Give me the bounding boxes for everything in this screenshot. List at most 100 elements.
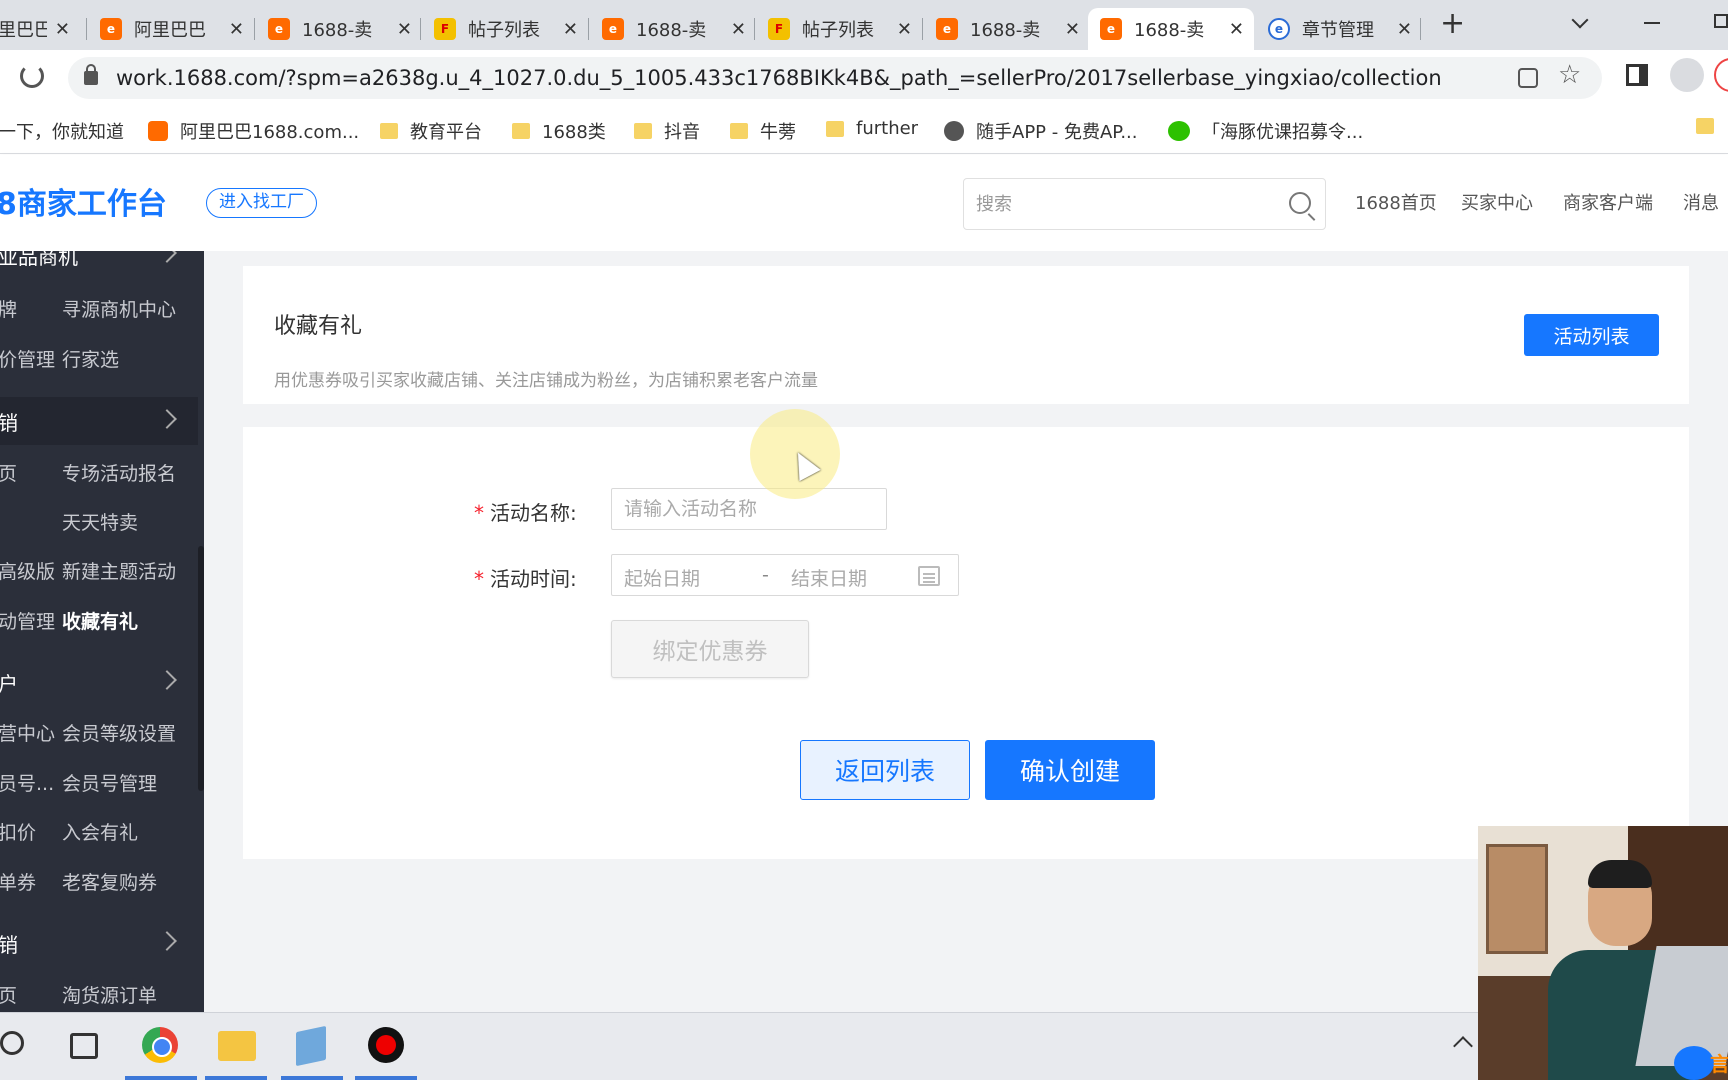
sidebar-item-left[interactable]: 页 xyxy=(0,459,17,486)
url-text[interactable]: work.1688.com/?spm=a2638g.u_4_1027.0.du_… xyxy=(116,66,1442,90)
browser-tab[interactable]: e 阿里巴巴 ✕ xyxy=(88,8,254,50)
sidebar-item-sourcing-orders[interactable]: 淘货源订单 xyxy=(62,981,157,1008)
activity-list-button[interactable]: 活动列表 xyxy=(1524,314,1659,356)
browser-tab-active[interactable]: e 1688-卖 ✕ xyxy=(1088,8,1254,50)
tab-close-icon[interactable]: ✕ xyxy=(229,19,244,40)
bookmark-item[interactable]: 教育平台 xyxy=(380,118,482,144)
tab-separator xyxy=(254,18,255,40)
browser-tab-strip: 里巴巴 ✕ e 阿里巴巴 ✕ e 1688-卖 ✕ F 帖子列表 ✕ e 168… xyxy=(0,0,1728,50)
browser-tab[interactable]: e 章节管理 ✕ xyxy=(1256,8,1422,50)
browser-tab[interactable]: e 1688-卖 ✕ xyxy=(924,8,1090,50)
tab-close-icon[interactable]: ✕ xyxy=(563,19,578,40)
restore-icon[interactable] xyxy=(1714,14,1728,28)
windows-taskbar xyxy=(0,1012,1728,1080)
bind-coupon-button[interactable]: 绑定优惠券 xyxy=(611,620,809,678)
sidebar-item-left[interactable]: 高级版 xyxy=(0,557,55,584)
browser-tab[interactable]: F 帖子列表 ✕ xyxy=(756,8,922,50)
search-input[interactable] xyxy=(976,193,1266,215)
watermark-text: 言 xyxy=(1710,1052,1728,1076)
back-to-list-button[interactable]: 返回列表 xyxy=(800,740,970,800)
side-panel-icon[interactable] xyxy=(1626,64,1648,86)
activity-name-label: * 活动名称: xyxy=(474,501,577,525)
post-icon: F xyxy=(434,18,456,40)
date-range-picker[interactable]: 起始日期 - 结束日期 xyxy=(611,554,959,596)
extension-icon[interactable] xyxy=(1714,58,1728,92)
activity-name-input[interactable] xyxy=(611,488,887,530)
globe-icon xyxy=(944,121,964,141)
search-icon[interactable] xyxy=(1289,192,1311,214)
sidebar-item-left[interactable]: 价管理 xyxy=(0,345,55,372)
sidebar-item-left[interactable]: 扣价 xyxy=(0,818,36,845)
sidebar-item-left[interactable]: 页 xyxy=(0,981,17,1008)
minimize-icon[interactable] xyxy=(1644,22,1660,24)
folder-icon xyxy=(380,123,398,139)
confirm-create-button[interactable]: 确认创建 xyxy=(985,740,1155,800)
bookmark-item[interactable]: further xyxy=(826,118,918,139)
address-bar-row: work.1688.com/?spm=a2638g.u_4_1027.0.du_… xyxy=(0,50,1728,106)
profile-avatar-icon[interactable] xyxy=(1670,58,1704,92)
sidebar-item-left[interactable]: 营中心 xyxy=(0,719,55,746)
sidebar-item-member-id[interactable]: 会员号管理 xyxy=(62,769,157,796)
bookmark-item[interactable]: 1688类 xyxy=(512,118,606,144)
tab-search-chevron-icon[interactable] xyxy=(1571,11,1589,29)
taskbar-search-icon[interactable] xyxy=(0,1031,24,1055)
browser-tab[interactable]: 里巴巴 ✕ xyxy=(0,8,80,50)
sidebar-item-collection-gift[interactable]: 收藏有礼 xyxy=(62,607,138,634)
bookmark-item[interactable]: 阿里巴巴1688.com... xyxy=(148,118,359,144)
sidebar-section[interactable]: 户 xyxy=(0,658,198,706)
link-messages[interactable]: 消息 xyxy=(1683,189,1719,215)
tab-close-icon[interactable]: ✕ xyxy=(397,19,412,40)
calendar-icon[interactable] xyxy=(918,566,940,586)
tab-close-icon[interactable]: ✕ xyxy=(731,19,746,40)
sidebar-item-left[interactable]: 单券 xyxy=(0,868,36,895)
activity-time-label: * 活动时间: xyxy=(474,567,577,591)
reload-icon[interactable] xyxy=(20,64,44,88)
sidebar-item-member-level[interactable]: 会员等级设置 xyxy=(62,719,176,746)
start-date-input[interactable]: 起始日期 xyxy=(624,564,700,591)
task-view-icon[interactable] xyxy=(70,1033,98,1059)
sidebar-item-left[interactable]: 牌 xyxy=(0,295,17,322)
sidebar-item-left[interactable]: 员号... xyxy=(0,769,54,796)
bookmark-item[interactable]: 随手APP - 免费AP... xyxy=(944,118,1138,144)
system-tray-chevron-icon[interactable] xyxy=(1453,1036,1473,1056)
bookmark-item[interactable]: 牛蒡 xyxy=(730,118,796,144)
sidebar-item-left[interactable]: 动管理 xyxy=(0,607,55,634)
screen-recorder-icon[interactable] xyxy=(368,1027,404,1063)
tab-close-icon[interactable]: ✕ xyxy=(55,19,70,40)
sidebar-section[interactable]: 销 xyxy=(0,919,198,967)
browser-tab[interactable]: F 帖子列表 ✕ xyxy=(422,8,588,50)
link-merchant-client[interactable]: 商家客户端 xyxy=(1563,189,1653,215)
browser-tab[interactable]: e 1688-卖 ✕ xyxy=(256,8,422,50)
tab-close-icon[interactable]: ✕ xyxy=(1065,19,1080,40)
chrome-icon[interactable] xyxy=(142,1027,178,1063)
bookmark-item[interactable]: 抖音 xyxy=(634,118,700,144)
notepad-icon[interactable] xyxy=(296,1025,326,1067)
new-tab-button[interactable]: + xyxy=(1440,6,1465,41)
sidebar-item-join-gift[interactable]: 入会有礼 xyxy=(62,818,138,845)
sidebar-section[interactable]: 业品商机 xyxy=(0,251,198,279)
file-explorer-icon[interactable] xyxy=(218,1031,256,1061)
sidebar-section[interactable]: 销 xyxy=(0,397,198,445)
link-buyer-center[interactable]: 买家中心 xyxy=(1461,189,1533,215)
star-icon[interactable]: ☆ xyxy=(1558,60,1581,90)
tab-close-icon[interactable]: ✕ xyxy=(897,19,912,40)
sidebar-item-special-event[interactable]: 专场活动报名 xyxy=(62,459,176,486)
required-mark: * xyxy=(474,501,484,525)
bookmark-item[interactable]: 一下，你就知道 xyxy=(0,118,124,144)
browser-tab[interactable]: e 1688-卖 ✕ xyxy=(590,8,756,50)
enter-factory-button[interactable]: 进入找工厂 xyxy=(206,188,317,218)
link-1688-home[interactable]: 1688首页 xyxy=(1355,189,1437,215)
end-date-input[interactable]: 结束日期 xyxy=(791,564,867,591)
workbench-logo[interactable]: 8商家工作台 xyxy=(0,179,167,223)
sidebar-item-new-theme-event[interactable]: 新建主题活动 xyxy=(62,557,176,584)
tab-close-icon[interactable]: ✕ xyxy=(1229,19,1244,40)
sidebar-item-daily-sale[interactable]: 天天特卖 xyxy=(62,508,138,535)
bookmark-overflow-folder-icon[interactable] xyxy=(1696,118,1726,134)
sidebar-item-repurchase-coupon[interactable]: 老客复购券 xyxy=(62,868,157,895)
omnibox[interactable]: work.1688.com/?spm=a2638g.u_4_1027.0.du_… xyxy=(68,57,1602,99)
tab-close-icon[interactable]: ✕ xyxy=(1397,19,1412,40)
sidebar-item-sourcing-center[interactable]: 寻源商机中心 xyxy=(62,295,176,322)
share-icon[interactable] xyxy=(1518,68,1538,88)
sidebar-item-expert-pick[interactable]: 行家选 xyxy=(62,345,119,372)
bookmark-item[interactable]: 「海豚优课招募令... xyxy=(1168,118,1363,144)
